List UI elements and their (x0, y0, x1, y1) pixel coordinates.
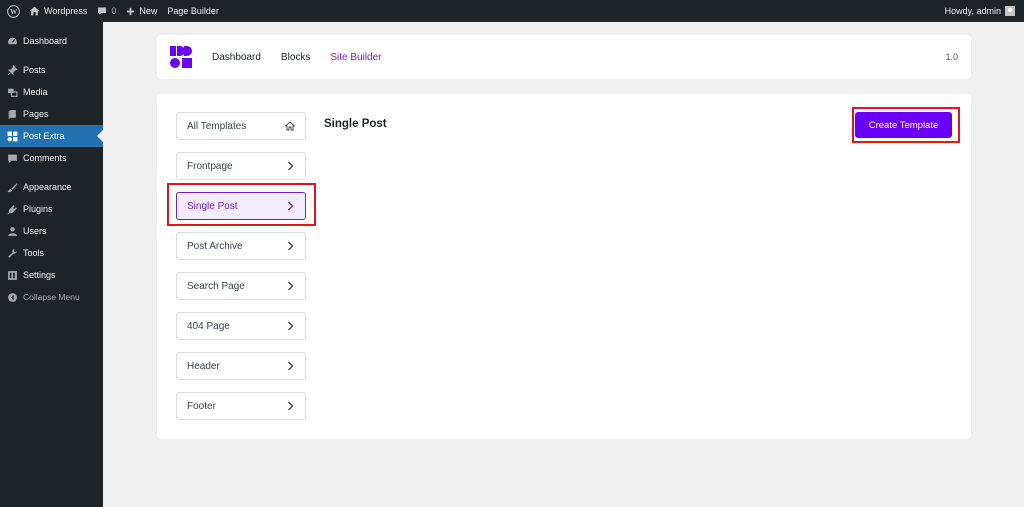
page-title: Single Post (324, 118, 387, 130)
nav-dashboard[interactable]: Dashboard (212, 52, 261, 63)
sidebar-item-label: Users (23, 226, 47, 236)
brush-icon (6, 181, 18, 193)
settings-icon (6, 269, 18, 281)
sidebar-item-media[interactable]: Media (0, 81, 103, 103)
sidebar-item-label: Comments (23, 153, 67, 163)
sidebar-item-users[interactable]: Users (0, 220, 103, 242)
template-label: All Templates (187, 120, 247, 132)
home-icon (29, 6, 40, 16)
site-name-link[interactable]: Wordpress (24, 0, 92, 22)
sidebar-item-label: Collapse Menu (23, 292, 80, 302)
chevron-right-icon (285, 161, 295, 171)
post-extra-icon (6, 130, 18, 142)
template-footer[interactable]: Footer (176, 392, 306, 420)
collapse-menu-button[interactable]: Collapse Menu (0, 286, 103, 308)
sidebar-item-label: Plugins (23, 204, 53, 214)
howdy-label: Howdy, admin (944, 6, 1001, 16)
chevron-right-icon (285, 361, 295, 371)
post-extra-logo-icon[interactable] (170, 46, 192, 68)
svg-text:W: W (9, 8, 17, 16)
chevron-right-icon (285, 281, 295, 291)
template-label: Post Archive (187, 240, 243, 252)
comment-icon (6, 152, 18, 164)
new-label: New (139, 6, 158, 16)
template-label: Footer (187, 400, 216, 412)
template-404-page[interactable]: 404 Page (176, 312, 306, 340)
comments-link[interactable]: 0 (92, 0, 121, 22)
sidebar-item-comments[interactable]: Comments (0, 147, 103, 169)
page-builder-link[interactable]: Page Builder (162, 0, 224, 22)
chevron-right-icon (285, 321, 295, 331)
avatar (1005, 6, 1015, 16)
pin-icon (6, 64, 18, 76)
sidebar-item-label: Post Extra (23, 131, 65, 141)
comments-count: 0 (111, 6, 117, 16)
sidebar-item-plugins[interactable]: Plugins (0, 198, 103, 220)
sidebar-item-settings[interactable]: Settings (0, 264, 103, 286)
plus-icon (126, 7, 135, 16)
template-label: Frontpage (187, 160, 233, 172)
template-frontpage[interactable]: Frontpage (176, 152, 306, 180)
template-search-page[interactable]: Search Page (176, 272, 306, 300)
plugin-icon (6, 203, 18, 215)
sidebar-item-appearance[interactable]: Appearance (0, 176, 103, 198)
sidebar-item-label: Appearance (23, 182, 72, 192)
single-post-highlight (167, 183, 316, 226)
sidebar-item-label: Dashboard (23, 36, 68, 46)
new-content-link[interactable]: New (121, 0, 162, 22)
site-builder-panel: All Templates Frontpage Single Post Post… (157, 94, 971, 439)
template-header[interactable]: Header (176, 352, 306, 380)
user-icon (6, 225, 18, 237)
admin-sidebar: Dashboard Posts Media Pages Post Extra C… (0, 22, 103, 507)
sidebar-item-label: Tools (23, 248, 45, 258)
media-icon (6, 86, 18, 98)
plugin-nav: Dashboard Blocks Site Builder (212, 35, 402, 79)
template-label: Search Page (187, 280, 245, 292)
sidebar-item-pages[interactable]: Pages (0, 103, 103, 125)
pages-icon (6, 108, 18, 120)
chevron-right-icon (285, 401, 295, 411)
template-label: Header (187, 360, 220, 372)
template-all-templates[interactable]: All Templates (176, 112, 306, 140)
wordpress-logo-icon[interactable]: W (2, 0, 24, 22)
home-icon (285, 121, 295, 131)
collapse-icon (6, 291, 18, 303)
sidebar-item-tools[interactable]: Tools (0, 242, 103, 264)
admin-bar: W Wordpress 0 New Page Builder Howdy, ad… (0, 0, 1024, 22)
sidebar-item-posts[interactable]: Posts (0, 59, 103, 81)
nav-blocks[interactable]: Blocks (281, 52, 310, 63)
sidebar-item-label: Settings (23, 270, 56, 280)
chevron-right-icon (285, 241, 295, 251)
plugin-header: Dashboard Blocks Site Builder 1.0 (157, 35, 971, 79)
wrench-icon (6, 247, 18, 259)
site-name-label: Wordpress (44, 6, 88, 16)
comment-bubble-icon (97, 6, 107, 16)
sidebar-item-post-extra[interactable]: Post Extra (0, 125, 103, 147)
sidebar-item-label: Media (23, 87, 48, 97)
account-menu[interactable]: Howdy, admin (940, 0, 1020, 22)
create-template-highlight (852, 107, 960, 143)
template-post-archive[interactable]: Post Archive (176, 232, 306, 260)
version-label: 1.0 (945, 52, 958, 62)
nav-site-builder[interactable]: Site Builder (330, 52, 381, 63)
sidebar-item-dashboard[interactable]: Dashboard (0, 30, 103, 52)
sidebar-item-label: Posts (23, 65, 46, 75)
dashboard-icon (6, 35, 18, 47)
sidebar-item-label: Pages (23, 109, 49, 119)
template-label: 404 Page (187, 320, 230, 332)
